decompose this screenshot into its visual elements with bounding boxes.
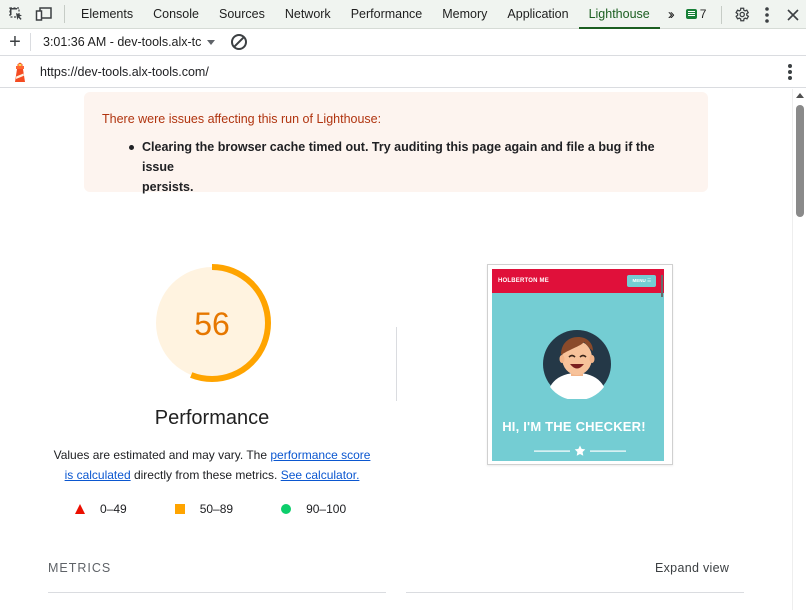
score-value: 56 — [194, 306, 230, 342]
description-text: Values are estimated and may vary. The — [53, 448, 268, 462]
more-options-icon[interactable] — [754, 3, 780, 27]
screenshot-header: HOLBERTON ME MENU ☰ — [492, 269, 664, 293]
metrics-heading: METRICS — [48, 561, 112, 575]
report-select-value: 3:01:36 AM - dev-tools.alx-tc — [43, 35, 202, 49]
score-description: Values are estimated and may vary. The p… — [40, 445, 384, 485]
tab-label: Performance — [350, 7, 423, 21]
average-square-icon — [174, 504, 185, 514]
screenshot-brand: HOLBERTON ME — [498, 278, 549, 284]
see-calculator-link[interactable]: See calculator. — [281, 468, 360, 482]
pass-circle-icon — [281, 504, 292, 514]
issues-count: 7 — [699, 7, 707, 21]
description-text: directly from these metrics. — [133, 468, 278, 482]
legend-item-average: 50–89 — [174, 502, 234, 516]
legend-item-fail: 0–49 — [75, 502, 127, 516]
performance-score-link[interactable]: performance score — [270, 448, 370, 462]
checker-avatar — [542, 329, 612, 401]
warning-title: There were issues affecting this run of … — [102, 112, 382, 126]
tab-console[interactable]: Console — [143, 0, 209, 29]
lighthouse-report: There were issues affecting this run of … — [0, 89, 792, 610]
tab-label: Console — [153, 7, 199, 21]
tab-performance[interactable]: Performance — [341, 0, 433, 29]
warning-list: Clearing the browser cache timed out. Tr… — [129, 137, 690, 197]
scroll-up-arrow-icon[interactable] — [796, 93, 804, 98]
tab-memory[interactable]: Memory — [432, 0, 497, 29]
lighthouse-toolbar: + 3:01:36 AM - dev-tools.alx-tc — [0, 29, 806, 56]
settings-icon[interactable] — [728, 3, 754, 27]
gauge-label: Performance — [154, 407, 270, 429]
tab-label: Memory — [442, 7, 488, 21]
dropdown-caret-icon — [207, 39, 216, 45]
legend-item-pass: 90–100 — [281, 502, 346, 516]
report-scrollbar[interactable] — [792, 89, 806, 610]
tab-lighthouse[interactable]: Lighthouse — [578, 0, 660, 29]
performance-score-link[interactable]: is calculated — [65, 468, 131, 482]
final-screenshot[interactable]: HOLBERTON ME MENU ☰ HI, I'M THE CHECKER! — [487, 264, 673, 465]
new-report-icon[interactable]: + — [0, 29, 30, 56]
tab-sources[interactable]: Sources — [209, 0, 275, 29]
screenshot-scrollbar — [661, 275, 663, 297]
tab-label: Network — [284, 7, 331, 21]
tab-label: Sources — [218, 7, 265, 21]
issues-icon — [685, 9, 697, 19]
warning-box: There were issues affecting this run of … — [84, 92, 708, 194]
tabbar-separator — [721, 5, 722, 24]
screenshot-page: HOLBERTON ME MENU ☰ HI, I'M THE CHECKER! — [492, 269, 664, 461]
report-url[interactable]: https://dev-tools.alx-tools.com/ — [40, 65, 209, 79]
inspect-element-icon[interactable] — [4, 3, 28, 25]
tab-label: Application — [507, 7, 569, 21]
expand-view-toggle[interactable]: Expand view — [655, 561, 729, 575]
legend-range: 50–89 — [199, 502, 234, 516]
device-toolbar-icon[interactable] — [32, 3, 56, 25]
screenshot-menu-button: MENU ☰ — [627, 275, 656, 287]
warning-item: Clearing the browser cache timed out. Tr… — [129, 137, 690, 197]
tabbar-separator — [64, 5, 65, 23]
fail-triangle-icon — [75, 504, 85, 514]
tab-label: Elements — [81, 7, 134, 21]
more-menu-icon[interactable] — [788, 64, 792, 80]
warning-item-line: persists. — [142, 180, 194, 194]
performance-gauge[interactable]: 56 — [150, 261, 274, 385]
clear-all-icon[interactable] — [231, 34, 248, 50]
legend-range: 0–49 — [100, 502, 127, 516]
tab-network[interactable]: Network — [275, 0, 341, 29]
report-url-bar: https://dev-tools.alx-tools.com/ — [0, 56, 806, 88]
vertical-divider — [396, 327, 397, 401]
tab-elements[interactable]: Elements — [71, 0, 143, 29]
metrics-rule — [48, 592, 386, 593]
devtools-tabbar: Elements Console Sources Network Perform… — [0, 0, 806, 29]
screenshot-star-divider — [534, 444, 626, 456]
warning-item-line: Clearing the browser cache timed out. Tr… — [142, 140, 655, 174]
toolbar-separator — [30, 33, 31, 51]
tab-label: Lighthouse — [588, 7, 650, 21]
lighthouse-logo-icon — [0, 56, 40, 88]
scrollbar-thumb[interactable] — [796, 105, 804, 217]
report-select[interactable]: 3:01:36 AM - dev-tools.alx-tc — [39, 35, 219, 49]
metrics-rule — [406, 592, 744, 593]
close-icon[interactable] — [780, 3, 806, 27]
tab-application[interactable]: Application — [497, 0, 578, 29]
issues-counter[interactable]: 7 — [685, 7, 707, 21]
legend-range: 90–100 — [306, 502, 347, 516]
screenshot-headline: HI, I'M THE CHECKER! — [502, 419, 646, 434]
more-tabs-icon[interactable]: ›› — [660, 0, 680, 29]
score-legend: 0–49 50–89 90–100 — [75, 502, 394, 516]
